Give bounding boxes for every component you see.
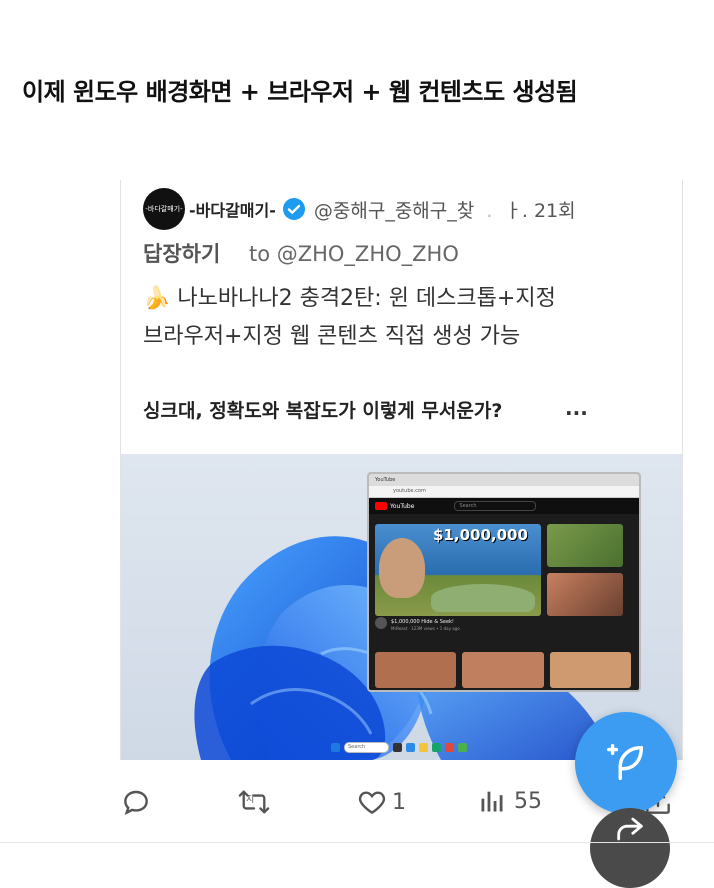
headline: 이제 윈도우 배경화면 + 브라우저 + 웹 컨텐츠도 생성됨 xyxy=(22,78,578,106)
tweet-image[interactable]: YouTube youtube.com YouTube Search $1,00… xyxy=(121,454,682,760)
channel-avatar xyxy=(375,617,387,629)
reply-button[interactable] xyxy=(120,786,152,818)
forward-icon xyxy=(617,817,643,841)
taskbar-search: Search xyxy=(344,742,389,753)
youtube-search: Search xyxy=(454,501,537,511)
video-row-2 xyxy=(375,652,631,688)
thumbnail-cash xyxy=(431,584,535,612)
views-icon xyxy=(481,791,503,812)
reply-context: 답장하기 to @ZHO_ZHO_ZHO xyxy=(143,238,459,268)
tweet-author-row: -바다갈매기- -바다갈매기- @중해구_중해구_찾 . ㅏ. 21회 xyxy=(143,188,576,230)
row2-thumb-3 xyxy=(549,652,631,688)
verified-icon xyxy=(282,198,305,220)
bottom-divider xyxy=(0,842,714,843)
views-count: 55 xyxy=(514,788,542,814)
compose-button[interactable] xyxy=(575,712,677,814)
video-views: 123M views • 1 day ago xyxy=(411,626,460,631)
explorer-icon xyxy=(419,743,428,752)
handle-text: @중해구_중해구_찾 xyxy=(313,199,475,222)
side-thumbnail-2 xyxy=(547,573,623,616)
row2-thumb-2 xyxy=(462,652,544,688)
video-meta: MrBeast · 123M views • 1 day ago xyxy=(391,626,460,631)
thumbnail-face xyxy=(379,538,425,598)
youtube-logo-icon xyxy=(375,502,387,510)
handle-gap: . xyxy=(486,199,493,222)
browser-tab: YouTube xyxy=(369,474,639,486)
store-icon xyxy=(445,743,454,752)
tweet-card[interactable]: -바다갈매기- -바다갈매기- @중해구_중해구_찾 . ㅏ. 21회 답장하기… xyxy=(120,180,683,760)
main-video-thumbnail: $1,000,000 xyxy=(375,524,541,616)
browser-window: YouTube youtube.com YouTube Search $1,00… xyxy=(367,472,641,692)
video-channel: MrBeast xyxy=(391,626,408,631)
avatar[interactable]: -바다갈매기- xyxy=(143,188,185,230)
reply-label: 답장하기 xyxy=(143,242,221,266)
tweet-text-line-1: 🍌 나노바나나2 충격2탄: 윈 데스크톱+지정 xyxy=(143,286,556,311)
more-indicator[interactable]: ... xyxy=(565,396,588,420)
video-title: $1,000,000 Hide & Seek! xyxy=(391,619,454,625)
tweet-text-line-3: 싱크대, 정확도와 복잡도가 이렇게 무서운가? xyxy=(143,400,503,422)
views-button[interactable]: 55 xyxy=(478,786,542,816)
start-icon xyxy=(331,743,340,752)
chat-icon xyxy=(406,743,415,752)
windows-taskbar: Search xyxy=(331,742,467,753)
retweet-badge: 지 xyxy=(246,795,255,805)
reply-icon xyxy=(124,790,148,816)
row2-thumb-1 xyxy=(375,652,457,688)
reply-to-link[interactable]: to @ZHO_ZHO_ZHO xyxy=(249,242,459,266)
author-name[interactable]: -바다갈매기- xyxy=(189,197,276,221)
side-thumbnail-1 xyxy=(547,524,623,567)
taskview-icon xyxy=(393,743,402,752)
youtube-logo-text: YouTube xyxy=(390,502,415,510)
retweet-button[interactable]: 지 xyxy=(236,786,272,818)
thumbnail-text: $1,000,000 xyxy=(433,526,528,544)
heart-icon xyxy=(358,791,386,815)
compose-icon xyxy=(607,744,644,781)
edge-icon xyxy=(432,743,441,752)
tweet-text-line-2: 브라우저+지정 웹 콘텐츠 직접 생성 가능 xyxy=(143,324,521,349)
author-handle[interactable]: @중해구_중해구_찾 . ㅏ. 21회 xyxy=(314,196,576,223)
like-count: 1 xyxy=(392,789,406,815)
forward-button[interactable] xyxy=(590,808,670,888)
chrome-icon xyxy=(458,743,467,752)
like-button[interactable]: 1 xyxy=(356,786,406,818)
youtube-header: YouTube Search xyxy=(369,498,639,514)
browser-url-bar: youtube.com xyxy=(369,486,639,498)
handle-tail: ㅏ. 21회 xyxy=(504,199,576,222)
